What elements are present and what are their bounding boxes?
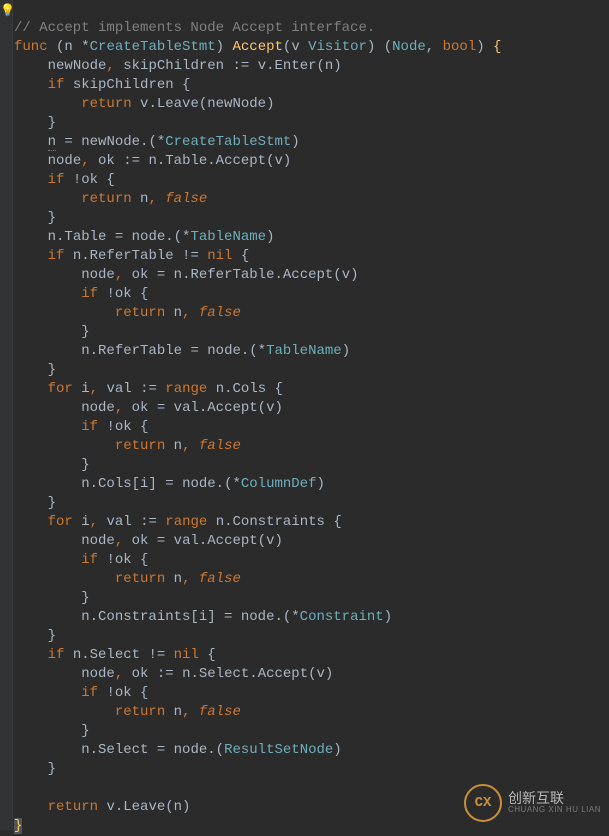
comment-line: // Accept implements Node Accept interfa… bbox=[14, 20, 375, 36]
watermark: CX 创新互联 CHUANG XIN HU LIAN bbox=[464, 784, 601, 822]
lightbulb-icon[interactable]: 💡 bbox=[0, 2, 15, 21]
kw-func: func bbox=[14, 39, 48, 55]
watermark-en: CHUANG XIN HU LIAN bbox=[508, 806, 601, 815]
watermark-cn: 创新互联 bbox=[508, 791, 601, 806]
method-name: Accept bbox=[232, 39, 282, 55]
closing-brace: } bbox=[14, 818, 22, 834]
code-editor[interactable]: // Accept implements Node Accept interfa… bbox=[0, 0, 609, 836]
watermark-logo-icon: CX bbox=[464, 784, 502, 822]
editor-gutter: 💡 bbox=[0, 0, 13, 830]
